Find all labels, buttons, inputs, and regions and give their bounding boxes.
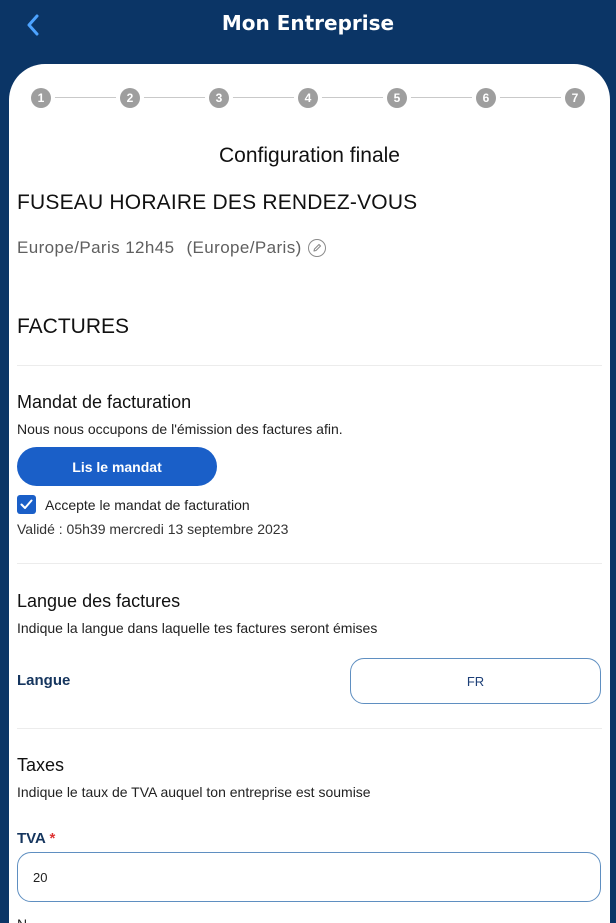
read-mandate-button[interactable]: Lis le mandat (17, 447, 217, 486)
language-description: Indique la langue dans laquelle tes fact… (17, 620, 378, 636)
edit-timezone-button[interactable] (307, 239, 326, 257)
divider (17, 365, 602, 366)
content-card: 1 2 3 4 5 6 7 Configuration finale FUSEA… (9, 64, 610, 923)
edit-pencil-icon (313, 243, 321, 252)
timezone-value-row: Europe/Paris 12h45 (Europe/Paris) (17, 238, 326, 258)
tva-label-text: TVA (17, 830, 46, 847)
step-7[interactable]: 7 (565, 88, 585, 108)
accept-mandate-checkbox[interactable] (17, 495, 36, 514)
timezone-heading: FUSEAU HORAIRE DES RENDEZ-VOUS (17, 191, 418, 214)
tva-input[interactable] (17, 852, 601, 902)
invoices-heading: FACTURES (17, 315, 130, 338)
divider (17, 563, 602, 564)
timezone-value: Europe/Paris 12h45 (17, 238, 175, 257)
taxes-description: Indique le taux de TVA auquel ton entrep… (17, 784, 371, 800)
step-4[interactable]: 4 (298, 88, 318, 108)
check-icon (20, 499, 33, 509)
accept-mandate-label: Accepte le mandat de facturation (45, 496, 250, 513)
header-title: Mon Entreprise (221, 11, 395, 35)
mandate-description: Nous nous occupons de l'émission des fac… (17, 421, 343, 437)
language-field-label: Langue (17, 672, 71, 689)
timezone-zone: (Europe/Paris) (186, 238, 302, 257)
stepper: 1 2 3 4 5 6 7 (31, 88, 599, 108)
page-title: Configuration finale (219, 144, 400, 167)
language-title: Langue des factures (17, 591, 181, 611)
mandate-title: Mandat de facturation (17, 392, 192, 412)
step-1[interactable]: 1 (31, 88, 51, 108)
step-3[interactable]: 3 (209, 88, 229, 108)
tva-field-label: TVA * (17, 830, 55, 847)
divider (17, 728, 602, 729)
header-bar: Mon Entreprise (0, 0, 616, 64)
required-asterisk: * (49, 830, 56, 847)
taxes-title: Taxes (17, 755, 65, 775)
step-2[interactable]: 2 (120, 88, 140, 108)
language-selected-value: FR (466, 673, 485, 689)
step-5[interactable]: 5 (387, 88, 407, 108)
next-field-label-cutoff: N (17, 916, 27, 923)
mandate-validated-text: Validé : 05h39 mercredi 13 septembre 202… (17, 521, 289, 537)
step-6[interactable]: 6 (476, 88, 496, 108)
language-select[interactable]: FR (350, 658, 601, 704)
accept-mandate-checkbox-row[interactable]: Accepte le mandat de facturation (17, 495, 250, 514)
